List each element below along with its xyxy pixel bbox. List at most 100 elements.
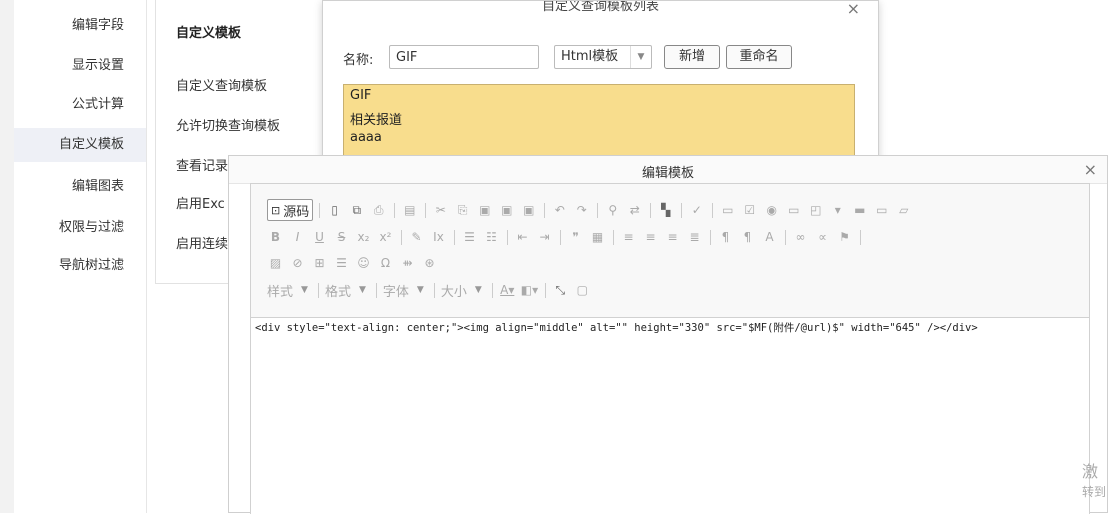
iframe-icon[interactable]: ⊛ <box>421 256 438 270</box>
sub-nav-item-query-template[interactable]: 自定义查询模板 <box>176 75 267 94</box>
name-input[interactable] <box>389 45 539 69</box>
form-icon[interactable]: ▭ <box>719 203 736 217</box>
template-list-dialog: 自定义查询模板列表 × 名称: Html模板 ▼ 新增 重命名 GIF 相关报道… <box>322 0 879 167</box>
size-combo[interactable]: 大小 ▼ <box>441 281 482 300</box>
checkbox-icon[interactable]: ☑ <box>741 203 758 217</box>
replace-icon[interactable]: ⇄ <box>626 203 643 217</box>
rtl-icon[interactable]: ¶ <box>739 230 756 244</box>
blockquote-icon[interactable]: ❞ <box>567 230 584 244</box>
template-type-value: Html模板 <box>561 49 619 64</box>
sub-nav-item-view-record[interactable]: 查看记录 <box>176 155 228 174</box>
nav-item-edit-chart[interactable]: 编辑图表 <box>14 170 146 204</box>
format-combo[interactable]: 格式 ▼ <box>325 281 366 300</box>
smiley-icon[interactable]: ☺ <box>355 256 372 270</box>
paste-word-icon[interactable]: ▣ <box>520 203 537 217</box>
nav-item-custom-template[interactable]: 自定义模板 <box>14 128 146 162</box>
select-field-icon[interactable]: ▾ <box>829 203 846 217</box>
strikethrough-icon[interactable]: S <box>333 230 350 244</box>
close-icon[interactable]: × <box>1084 160 1097 179</box>
style-combo[interactable]: 样式 ▼ <box>267 281 308 300</box>
paste-icon[interactable]: ▣ <box>476 203 493 217</box>
hidden-field-icon[interactable]: ▱ <box>895 203 912 217</box>
sub-nav-item-enable-excel[interactable]: 启用Exc <box>176 193 225 212</box>
align-right-icon[interactable]: ≡ <box>664 230 681 244</box>
textfield-icon[interactable]: ▭ <box>785 203 802 217</box>
sub-nav-item-allow-switch[interactable]: 允许切换查询模板 <box>176 115 280 134</box>
source-code-area[interactable]: <div style="text-align: center;"><img al… <box>255 322 1085 335</box>
image-icon[interactable]: ▨ <box>267 256 284 270</box>
radio-icon[interactable]: ◉ <box>763 203 780 217</box>
bulleted-list-icon[interactable]: ☷ <box>483 230 500 244</box>
remove-format-icon[interactable]: Ix <box>430 230 447 244</box>
template-list[interactable]: GIF 相关报道 aaaa <box>343 84 855 166</box>
nav-item-permissions[interactable]: 权限与过滤 <box>14 211 146 245</box>
special-char-icon[interactable]: Ω <box>377 256 394 270</box>
edit-dialog-titlebar: 编辑模板 × <box>229 156 1107 184</box>
spellcheck-icon[interactable]: ✓ <box>688 203 705 217</box>
close-icon[interactable]: × <box>847 0 860 18</box>
link-icon[interactable]: ∞ <box>792 230 809 244</box>
font-combo[interactable]: 字体 ▼ <box>383 281 424 300</box>
print-icon[interactable]: ⎙ <box>370 203 387 218</box>
copy-format-icon[interactable]: ✎ <box>408 230 425 244</box>
table-icon[interactable]: ⊞ <box>311 256 328 270</box>
bold-icon[interactable]: B <box>267 230 284 244</box>
background-color-icon[interactable]: ◧▾ <box>521 283 538 297</box>
undo-icon[interactable]: ↶ <box>551 203 568 217</box>
chevron-down-icon: ▼ <box>474 285 482 295</box>
underline-icon[interactable]: U <box>311 230 328 244</box>
numbered-list-icon[interactable]: ☰ <box>461 230 478 244</box>
unlink-icon[interactable]: ∝ <box>814 230 831 244</box>
language-icon[interactable]: A <box>761 230 778 244</box>
horizontal-rule-icon[interactable]: ☰ <box>333 256 350 270</box>
nav-item-nav-tree-filter[interactable]: 导航树过滤 <box>14 249 146 283</box>
indent-icon[interactable]: ⇥ <box>536 230 553 244</box>
list-item[interactable]: aaaa <box>350 130 382 145</box>
style-combo-label: 样式 <box>267 284 294 300</box>
align-left-icon[interactable]: ≡ <box>620 230 637 244</box>
align-center-icon[interactable]: ≡ <box>642 230 659 244</box>
nav-item-edit-fields[interactable]: 编辑字段 <box>14 9 146 43</box>
maximize-icon[interactable]: ⤡ <box>552 283 569 298</box>
italic-icon[interactable]: I <box>289 230 306 244</box>
add-button[interactable]: 新增 <box>664 45 720 69</box>
list-item[interactable]: GIF <box>350 88 371 103</box>
template-type-select[interactable]: Html模板 ▼ <box>554 45 652 69</box>
image-button-icon[interactable]: ▭ <box>873 203 890 217</box>
find-icon[interactable]: ⚲ <box>604 203 621 217</box>
copy-icon[interactable]: ⎘ <box>454 203 471 218</box>
list-item[interactable]: 相关报道 <box>350 109 402 128</box>
name-label: 名称: <box>343 53 374 68</box>
new-page-icon[interactable]: ▯ <box>326 203 343 217</box>
chevron-down-icon: ▼ <box>358 285 366 295</box>
templates-icon[interactable]: ▤ <box>401 203 418 217</box>
source-button[interactable]: ⊡ 源码 <box>267 199 314 221</box>
anchor-icon[interactable]: ⚑ <box>836 230 853 244</box>
subscript-icon[interactable]: x₂ <box>355 230 372 244</box>
text-color-icon[interactable]: A▾ <box>499 283 516 297</box>
rename-button[interactable]: 重命名 <box>726 45 792 69</box>
page-break-icon[interactable]: ⇻ <box>399 256 416 270</box>
source-button-label: 源码 <box>283 204 310 220</box>
button-field-icon[interactable]: ▬ <box>851 203 868 217</box>
div-container-icon[interactable]: ▦ <box>589 230 606 244</box>
nav-item-display-settings[interactable]: 显示设置 <box>14 49 146 83</box>
paste-text-icon[interactable]: ▣ <box>498 203 515 217</box>
cut-icon[interactable]: ✂ <box>432 203 449 217</box>
source-icon: ⊡ <box>271 203 281 217</box>
nav-item-formula[interactable]: 公式计算 <box>14 88 146 122</box>
chevron-down-icon: ▼ <box>630 46 651 68</box>
superscript-icon[interactable]: x² <box>377 230 394 244</box>
sub-nav-header: 自定义模板 <box>176 26 242 41</box>
sub-nav-item-enable-continuous[interactable]: 启用连续 <box>176 233 228 252</box>
select-all-icon[interactable]: ▚ <box>657 203 674 217</box>
outdent-icon[interactable]: ⇤ <box>514 230 531 244</box>
flash-icon[interactable]: ⊘ <box>289 256 306 270</box>
edit-dialog-title: 编辑模板 <box>641 166 694 181</box>
preview-icon[interactable]: ⧉ <box>348 203 365 218</box>
justify-icon[interactable]: ≣ <box>686 230 703 244</box>
ltr-icon[interactable]: ¶ <box>717 230 734 244</box>
redo-icon[interactable]: ↷ <box>573 203 590 217</box>
textarea-icon[interactable]: ◰ <box>807 203 824 217</box>
show-blocks-icon[interactable]: ▢ <box>574 283 591 297</box>
